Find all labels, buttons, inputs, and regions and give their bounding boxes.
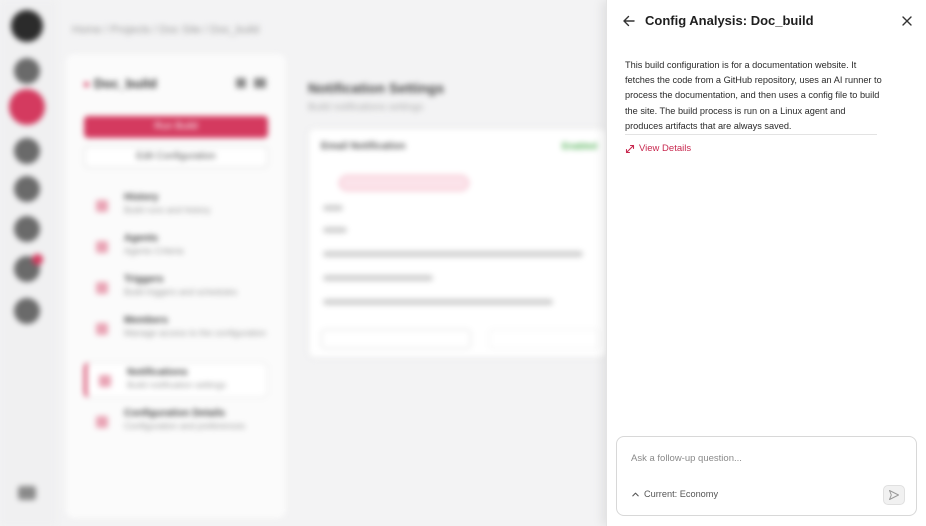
edit-notification-button[interactable]	[321, 329, 471, 349]
send-icon	[889, 490, 899, 500]
nav-subtitle: Configuration and preferences	[124, 421, 246, 431]
history-icon	[96, 200, 108, 212]
notification-badge	[32, 254, 43, 265]
rail-settings-icon[interactable]	[14, 298, 40, 324]
left-rail	[0, 0, 56, 526]
follow-up-input[interactable]	[631, 449, 903, 467]
email-notification-card: Email Notification Enabled	[308, 128, 608, 358]
back-button[interactable]	[619, 11, 639, 31]
nav-subtitle: Build runs and history	[124, 205, 211, 215]
divider	[625, 134, 877, 135]
main-subtitle: Build notifications settings	[308, 102, 424, 113]
notifications-icon	[99, 375, 111, 387]
nav-subtitle: Build triggers and schedules	[124, 287, 238, 297]
nav-title: Notifications	[127, 367, 188, 378]
collapse-icon[interactable]	[18, 486, 36, 500]
model-label: Current: Economy	[644, 489, 719, 499]
rail-target-icon[interactable]	[14, 216, 40, 242]
edit-configuration-button[interactable]: Edit Configuration	[84, 146, 268, 168]
members-icon	[96, 323, 108, 335]
app-logo	[11, 10, 43, 42]
nav-subtitle: Manage access to the configuration	[124, 328, 267, 338]
nav-item-notifications[interactable]: Notifications Build notification setting…	[84, 362, 268, 398]
bcc-line	[323, 227, 347, 233]
close-icon	[902, 16, 912, 26]
delete-notification-button[interactable]	[489, 329, 599, 349]
subject-line	[323, 251, 583, 257]
details-icon	[96, 416, 108, 428]
view-details-label: View Details	[639, 143, 692, 154]
close-button[interactable]	[897, 11, 917, 31]
recipient-chip	[339, 175, 469, 191]
nav-item-history[interactable]: History Build runs and history	[84, 188, 268, 224]
panel-title: Config Analysis: Doc_build	[645, 13, 814, 28]
chevron-up-icon	[632, 492, 639, 496]
model-selector[interactable]: Current: Economy	[631, 489, 718, 499]
nav-title: Members	[124, 315, 168, 326]
nav-title: Triggers	[124, 274, 164, 285]
card-title: Email Notification	[321, 141, 406, 152]
nav-title: History	[124, 192, 159, 203]
config-analysis-panel: Config Analysis: Doc_build This build co…	[606, 0, 926, 526]
triggers-icon	[96, 282, 108, 294]
rail-monitor-icon[interactable]	[14, 138, 40, 164]
nav-title: Configuration Details	[124, 408, 226, 419]
follow-up-composer: Current: Economy	[616, 436, 917, 516]
config-sidebar: Doc_build Run Build Edit Configuration H…	[66, 54, 286, 518]
rail-edit-icon[interactable]	[14, 176, 40, 202]
condition-line	[323, 275, 433, 281]
nav-title: Agents	[124, 233, 158, 244]
rail-home-icon[interactable]	[14, 58, 40, 84]
panel-header: Config Analysis: Doc_build	[607, 0, 926, 42]
main-title: Notification Settings	[308, 80, 445, 96]
run-build-button[interactable]: Run Build	[84, 116, 268, 138]
send-button[interactable]	[883, 485, 905, 505]
expand-icon	[625, 144, 635, 153]
view-details-link[interactable]: View Details	[625, 143, 691, 154]
card-status: Enabled	[561, 141, 597, 151]
nav-subtitle: Agents Criteria	[124, 246, 184, 256]
config-title: Doc_build	[94, 76, 157, 91]
nav-subtitle: Build notification settings	[127, 380, 227, 390]
arrow-left-icon	[623, 15, 635, 27]
nav-item-members[interactable]: Members Manage access to the configurati…	[84, 311, 268, 347]
status-dot	[84, 82, 89, 87]
nav-item-triggers[interactable]: Triggers Build triggers and schedules	[84, 270, 268, 306]
app-root: Home / Projects / Doc Site / Doc_build D…	[0, 0, 926, 526]
cc-line	[323, 205, 343, 211]
agents-icon	[96, 241, 108, 253]
template-line	[323, 299, 553, 305]
analysis-summary: This build configuration is for a docume…	[625, 60, 882, 131]
config-action-icons[interactable]	[236, 78, 266, 88]
nav-item-agents[interactable]: Agents Agents Criteria	[84, 229, 268, 265]
breadcrumb: Home / Projects / Doc Site / Doc_build	[72, 24, 260, 36]
rail-projects-icon[interactable]	[9, 89, 45, 125]
nav-item-configuration-details[interactable]: Configuration Details Configuration and …	[84, 404, 268, 440]
